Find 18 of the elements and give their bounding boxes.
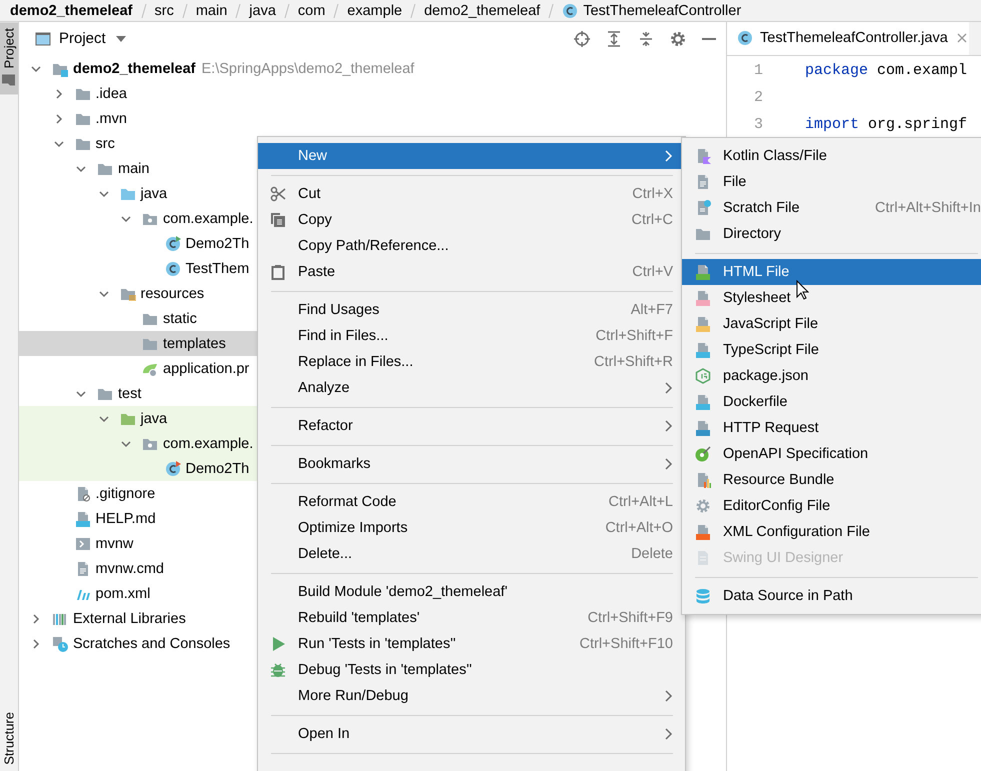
path-label: E:\SpringApps\demo2_themeleaf — [202, 60, 414, 76]
line-number: 1 — [752, 62, 764, 79]
shortcut-label: Ctrl+V — [632, 264, 673, 280]
line-number: 2 — [752, 89, 764, 106]
code-line: package com.exampl — [805, 62, 968, 79]
code-line: import org.springf — [805, 116, 968, 133]
shortcut-label: Alt+F7 — [630, 302, 673, 318]
shortcut-label: Ctrl+C — [632, 212, 673, 228]
shortcut-label: Ctrl+X — [632, 186, 673, 202]
shortcut-label: Ctrl+Alt+Shift+In — [875, 200, 981, 216]
shortcut-label: Delete — [631, 546, 673, 562]
shortcut-label: Ctrl+Shift+F10 — [580, 636, 673, 652]
shortcut-label: Ctrl+Shift+F9 — [588, 610, 673, 626]
shortcut-label: Ctrl+Shift+F — [596, 328, 673, 344]
shortcut-label: Ctrl+Alt+L — [608, 494, 673, 510]
line-number: 3 — [752, 116, 764, 133]
shortcut-label: Ctrl+Shift+R — [594, 354, 673, 370]
shortcut-label: Ctrl+Alt+O — [605, 520, 673, 536]
